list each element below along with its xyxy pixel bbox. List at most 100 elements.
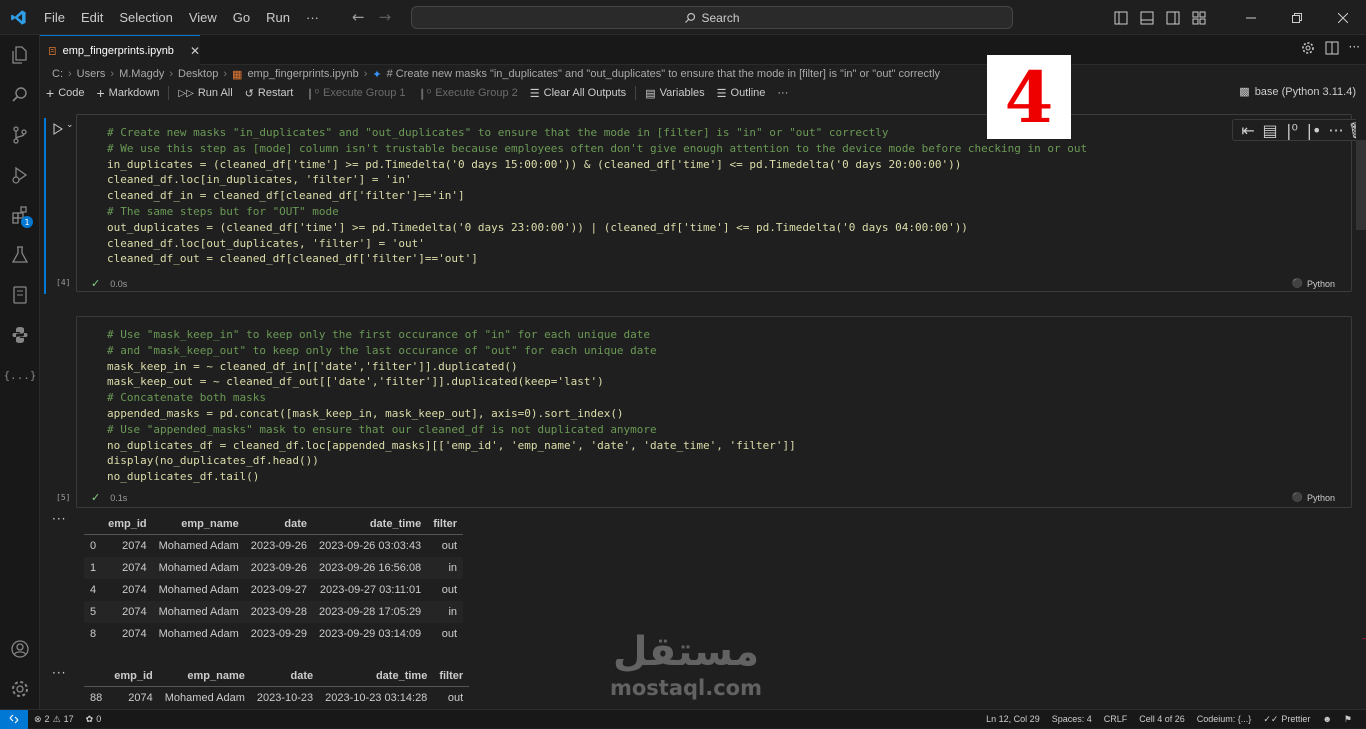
ports-indicator[interactable]: ✿ 0 <box>80 714 108 725</box>
double-check-icon: ✓✓ <box>1263 713 1279 724</box>
kernel-picker[interactable]: ▩ base (Python 3.11.4) <box>1239 85 1356 99</box>
code-editor[interactable]: # Create new masks "in_duplicates" and "… <box>107 125 1087 267</box>
codeium-status[interactable]: Codeium: {...} <box>1191 714 1258 724</box>
remote-indicator-icon[interactable] <box>0 709 28 729</box>
breadcrumb-desktop[interactable]: Desktop <box>178 68 218 80</box>
toolbar-divider <box>635 86 637 100</box>
kernel-icon: ▩ <box>1239 86 1250 98</box>
breadcrumb-cell[interactable]: # Create new masks "in_duplicates" and "… <box>387 68 940 80</box>
customize-layout-icon[interactable] <box>1186 8 1212 28</box>
column-header: date_time <box>313 514 428 535</box>
table-row: 5 2074 Mohamed Adam 2023-09-28 2023-09-28 17… <box>84 600 464 623</box>
column-header: emp_name <box>158 666 251 687</box>
split-editor-icon[interactable] <box>1325 40 1339 59</box>
execute-group-1-button[interactable]: ❙⁰ Execute Group 1 <box>299 87 411 100</box>
cell-more-icon[interactable]: ··· <box>1327 121 1345 140</box>
output-actions-icon[interactable]: ··· <box>52 666 66 680</box>
notifications-bell-icon[interactable]: ⚑ <box>1338 714 1358 725</box>
toggle-primary-sidebar-icon[interactable] <box>1108 8 1134 28</box>
menu-selection[interactable]: Selection <box>111 10 180 25</box>
run-cell-below-icon[interactable]: |• <box>1305 121 1323 140</box>
json-braces-icon[interactable]: {...} <box>0 355 40 395</box>
toolbar-more-button[interactable]: ··· <box>771 87 794 99</box>
outline-label: Outline <box>730 87 766 99</box>
source-control-icon[interactable] <box>0 115 40 155</box>
restart-button[interactable]: ↺ Restart <box>239 87 300 100</box>
jupyter-icon[interactable] <box>0 275 40 315</box>
output-actions-icon[interactable]: ··· <box>52 512 66 526</box>
add-code-button[interactable]: + Code <box>40 85 90 101</box>
python-icon[interactable] <box>0 315 40 355</box>
breadcrumb-drive[interactable]: C: <box>52 68 63 80</box>
search-view-icon[interactable] <box>0 75 40 115</box>
delete-cell-icon[interactable]: 🗑 <box>1348 121 1356 140</box>
problems-indicator[interactable]: ⊗ 2 ⚠ 17 <box>28 714 80 725</box>
code-line: cleaned_df.loc[in_duplicates, 'filter'] … <box>107 173 412 187</box>
explorer-icon[interactable] <box>0 35 40 75</box>
kernel-label: base (Python 3.11.4) <box>1254 85 1356 98</box>
code-comment-line: # The same steps but for "OUT" mode <box>107 204 339 218</box>
clear-all-outputs-button[interactable]: ☰ Clear All Outputs <box>524 87 632 100</box>
line-ending[interactable]: CRLF <box>1098 714 1134 724</box>
command-center-search[interactable]: Search <box>411 6 1013 29</box>
cell-toolbar: ⇤ ▤ |⁰ |• ··· 🗑 <box>1232 119 1356 141</box>
table-cell: in <box>427 556 464 579</box>
table-cell: in <box>427 600 464 623</box>
extensions-icon[interactable]: 1 <box>0 195 40 235</box>
menu-run[interactable]: Run <box>258 10 298 25</box>
run-debug-icon[interactable] <box>0 155 40 195</box>
dataframe-output-tail: emp_id emp_name date date_time filter 88 2074 M… <box>84 666 470 709</box>
cell-indicator[interactable]: Cell 4 of 26 <box>1133 714 1191 724</box>
column-header: date <box>244 514 314 535</box>
prettier-label: Prettier <box>1281 714 1311 724</box>
menu-edit[interactable]: Edit <box>73 10 111 25</box>
run-all-button[interactable]: ▷▷ Run All <box>172 87 238 99</box>
variables-button[interactable]: ▤ Variables <box>639 87 710 100</box>
restore-icon[interactable] <box>1274 0 1320 35</box>
tab-label: emp_fingerprints.ipynb <box>62 44 174 57</box>
testing-flask-icon[interactable] <box>0 235 40 275</box>
cell-language[interactable]: ⚫ Python <box>1292 492 1335 503</box>
cell-collapse-chevron-icon[interactable]: ⌄ <box>66 120 74 130</box>
prettier-status[interactable]: ✓✓ Prettier <box>1257 714 1316 725</box>
copilot-icon[interactable]: ☻ <box>1316 714 1337 724</box>
menu-more[interactable]: ··· <box>298 10 327 25</box>
back-arrow-icon[interactable]: ← <box>352 8 365 26</box>
code-editor[interactable]: # Use "mask_keep_in" to keep only the fi… <box>107 327 796 485</box>
breadcrumb-file[interactable]: emp_fingerprints.ipynb <box>247 68 358 80</box>
cursor-position[interactable]: Ln 12, Col 29 <box>980 714 1046 724</box>
editor-scrollbar[interactable] <box>1356 140 1366 230</box>
execute-above-icon[interactable]: ⇤ <box>1239 121 1257 140</box>
code-cell-4[interactable]: # Create new masks "in_duplicates" and "… <box>76 114 1356 292</box>
forward-arrow-icon[interactable]: → <box>379 8 392 26</box>
toggle-secondary-sidebar-icon[interactable] <box>1160 8 1186 28</box>
table-cell: 5 <box>84 600 103 623</box>
execute-group-2-button[interactable]: ❙⁰ Execute Group 2 <box>412 87 524 100</box>
split-cell-icon[interactable]: ▤ <box>1261 121 1279 140</box>
manage-gear-icon[interactable] <box>0 669 40 709</box>
breadcrumb-user[interactable]: M.Magdy <box>119 68 164 80</box>
restart-label: Restart <box>257 87 294 99</box>
outline-button[interactable]: ☰ Outline <box>711 87 772 100</box>
run-cell-above-icon[interactable]: |⁰ <box>1283 121 1301 140</box>
toggle-panel-icon[interactable] <box>1134 8 1160 28</box>
account-icon[interactable] <box>0 629 40 669</box>
more-actions-icon[interactable]: ··· <box>1349 40 1360 59</box>
errors-count: 2 <box>44 714 50 724</box>
menu-view[interactable]: View <box>181 10 225 25</box>
minimize-icon[interactable] <box>1228 0 1274 35</box>
ports-count: 0 <box>96 714 102 724</box>
settings-gear-icon[interactable] <box>1301 40 1315 59</box>
code-cell-5[interactable]: # Use "mask_keep_in" to keep only the fi… <box>76 316 1352 508</box>
tab-emp-fingerprints[interactable]: emp_fingerprints.ipynb ✕ <box>40 35 200 65</box>
menu-file[interactable]: File <box>36 10 73 25</box>
table-cell: 2023-09-26 16:56:08 <box>313 556 428 579</box>
menu-go[interactable]: Go <box>225 10 258 25</box>
run-cell-button[interactable] <box>52 120 64 139</box>
close-window-icon[interactable] <box>1320 0 1366 35</box>
add-markdown-button[interactable]: + Markdown <box>90 85 165 101</box>
close-tab-icon[interactable]: ✕ <box>190 44 200 58</box>
cell-language[interactable]: ⚫ Python <box>1292 278 1335 289</box>
indentation[interactable]: Spaces: 4 <box>1046 714 1098 724</box>
breadcrumb-users[interactable]: Users <box>77 68 106 80</box>
